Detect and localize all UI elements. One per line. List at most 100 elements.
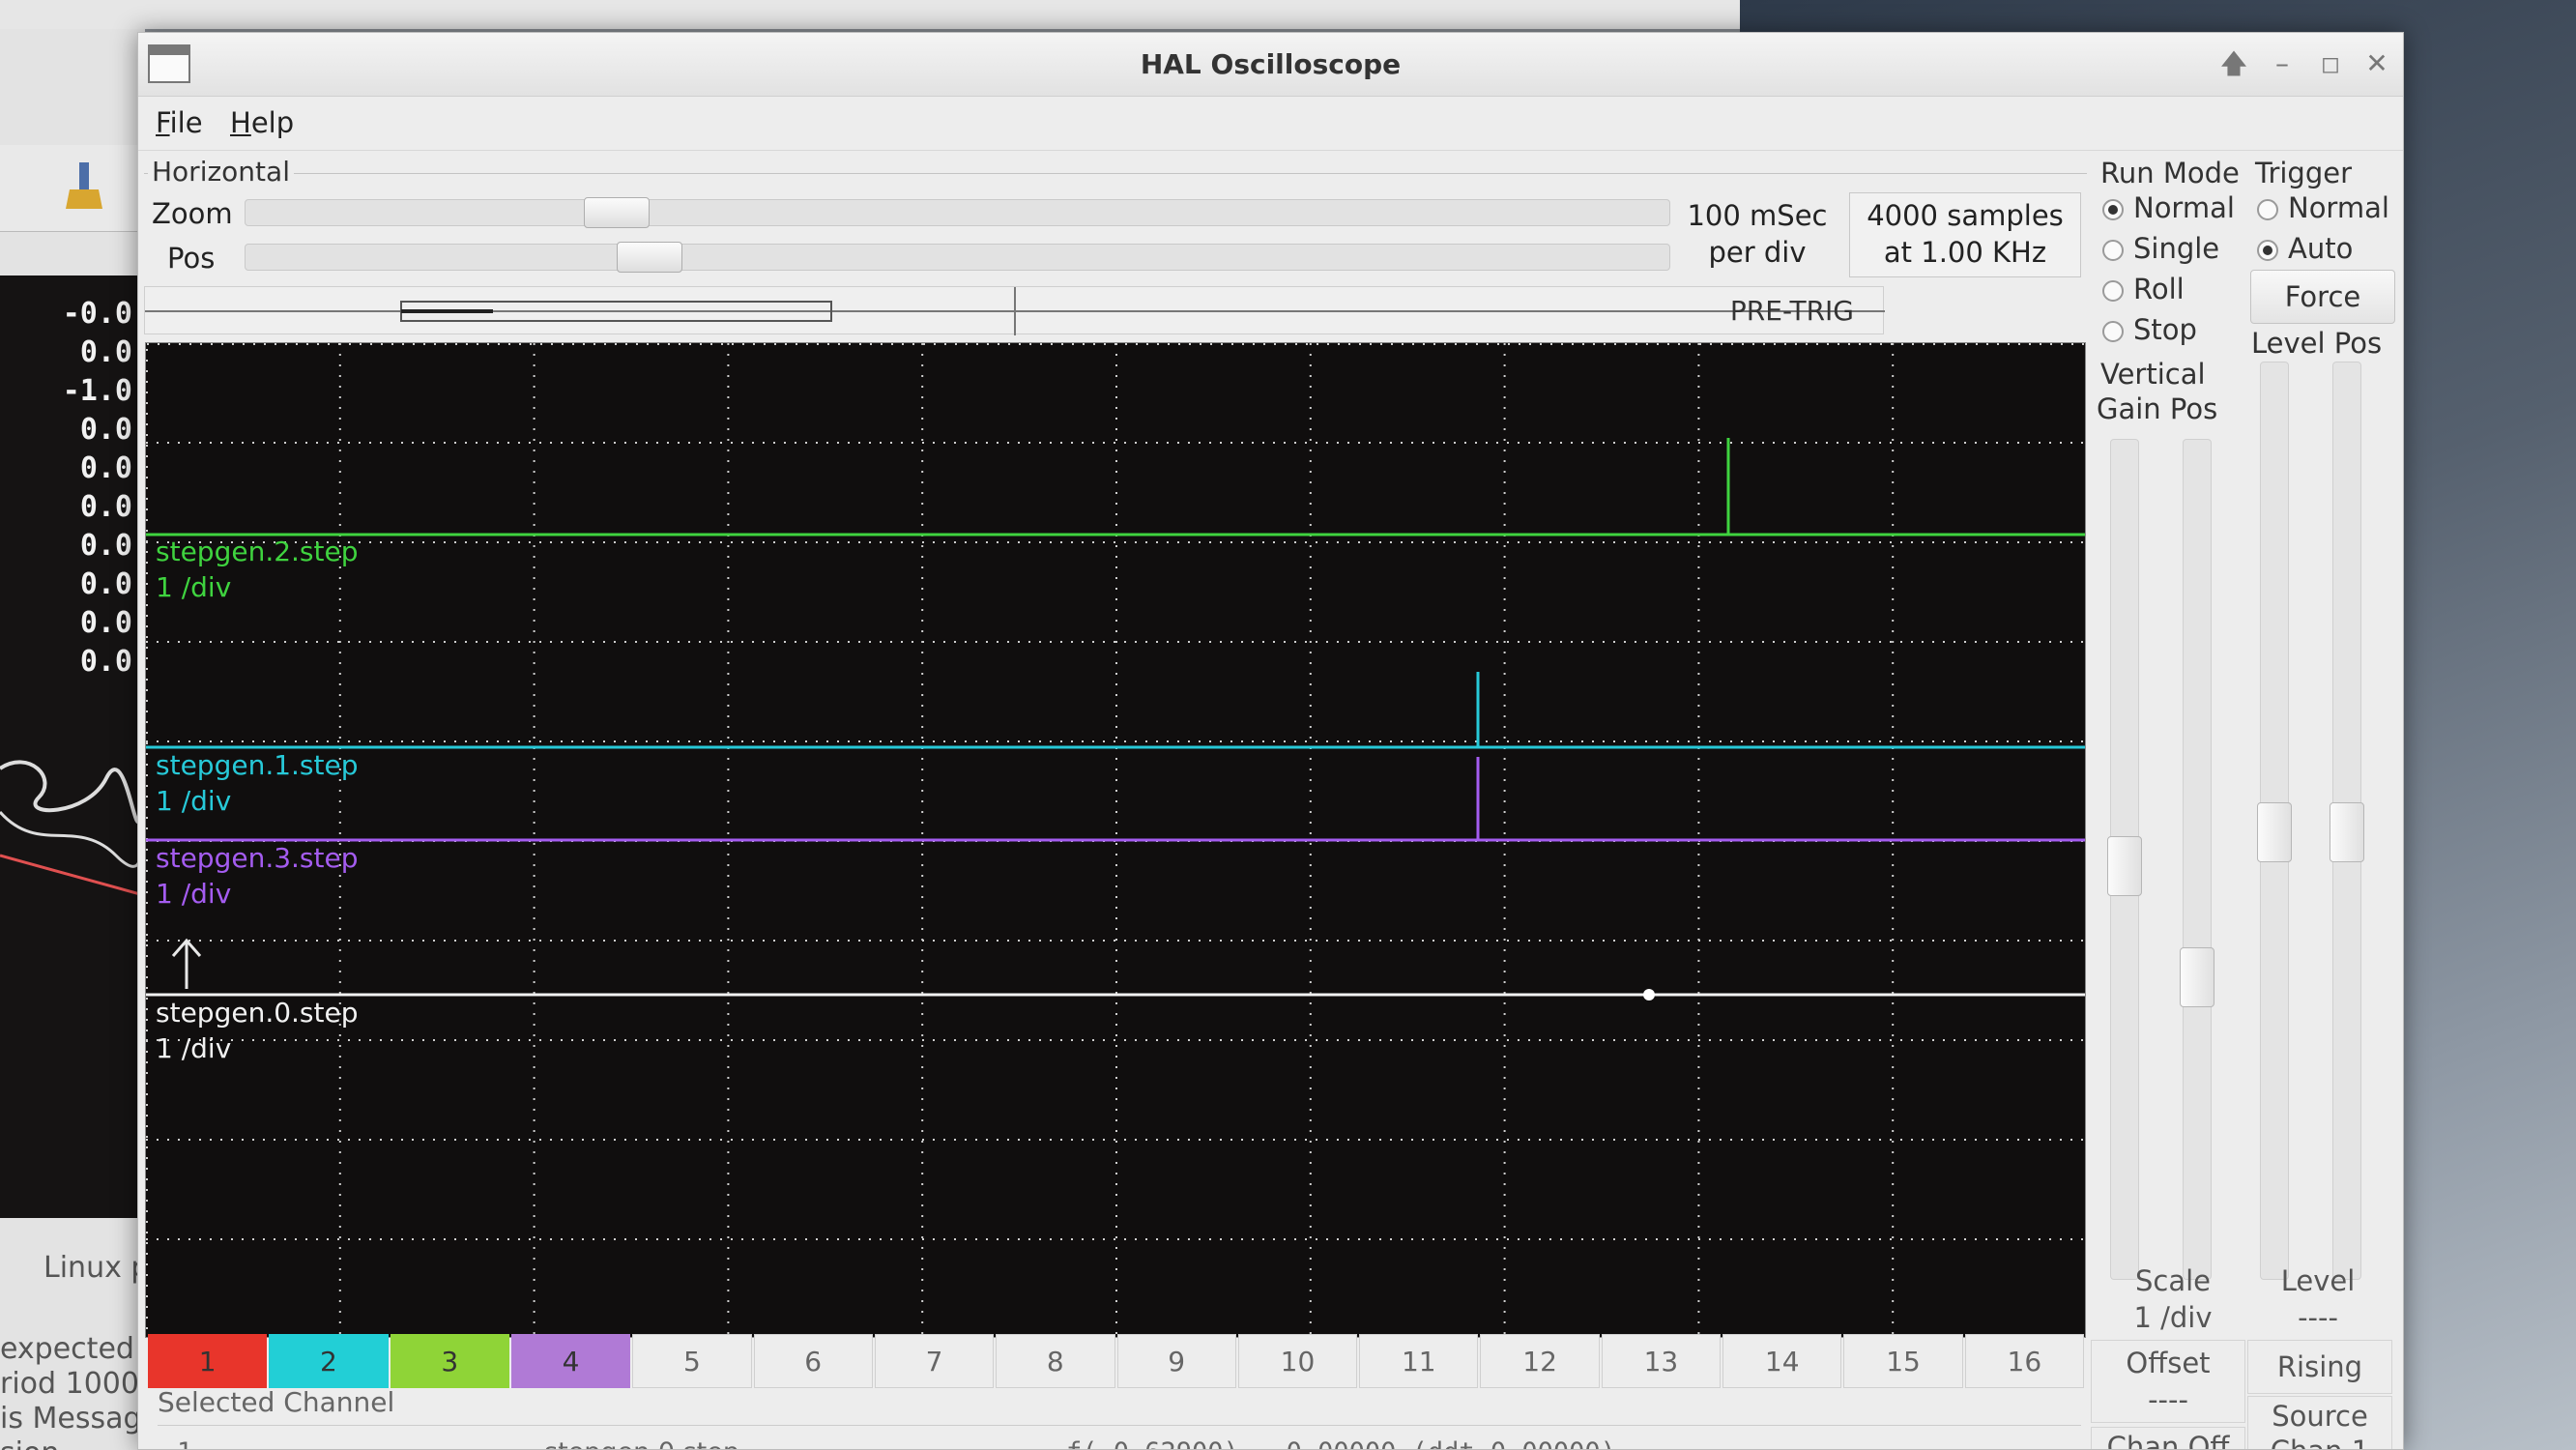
time-per-div: 100 mSec per div [1685,197,1830,271]
channel-selector: 1 2 3 4 5 6 7 8 9 10 11 12 13 14 15 16 [148,1334,2086,1388]
trace-scale: 1 /div [156,785,232,817]
channel-button-10[interactable]: 10 [1237,1334,1358,1388]
force-trigger-button[interactable]: Force [2250,270,2395,324]
vertical-gain-pos-label: Gain Pos [2097,392,2218,425]
minimize-icon[interactable]: – [2265,46,2300,81]
trigger-level-value: ---- [2298,1301,2338,1334]
close-icon[interactable]: ✕ [2359,46,2394,81]
background-toolbar [0,145,145,232]
channel-button-6[interactable]: 6 [753,1334,873,1388]
time-per-div-unit: per div [1708,236,1807,269]
background-text: sion [0,1436,59,1450]
hal-oscilloscope-window: HAL Oscilloscope 🡅 – ◻ ✕ File Help Horiz… [137,32,2404,1450]
trace-scale: 1 /div [156,878,232,910]
menu-help[interactable]: Help [230,106,294,139]
trigger-level-pos-label: Level Pos [2251,327,2383,360]
channel-button-1[interactable]: 1 [148,1334,268,1388]
vertical-offset-button[interactable]: Offset ---- [2091,1340,2245,1423]
trigger-level-box: Level ---- [2245,1262,2390,1336]
pre-trigger-label: PRE-TRIG [1729,295,1854,327]
channel-button-2[interactable]: 2 [269,1334,389,1388]
channel-button-8[interactable]: 8 [996,1334,1115,1388]
trigger-source-value: Chan 1 [2248,1434,2391,1449]
selected-channel-label: Selected Channel [158,1386,395,1418]
trace-label-stepgen-0: stepgen.0.step 1 /div [156,995,359,1066]
trigger-level-label: Level [2280,1264,2356,1297]
channel-button-5[interactable]: 5 [632,1334,752,1388]
vertical-scale-box: Scale 1 /div [2100,1262,2245,1336]
sample-info: 4000 samples at 1.00 KHz [1849,192,2081,277]
channel-button-14[interactable]: 14 [1722,1334,1842,1388]
trigger-pos-handle[interactable] [2330,802,2364,862]
maximize-icon[interactable]: ◻ [2313,46,2348,81]
pos-slider[interactable] [245,242,1670,273]
run-mode-label: Run Mode [2100,157,2240,189]
vertical-offset-label: Offset [2126,1347,2211,1379]
menu-help-label: elp [250,106,295,139]
trace-scale: 1 /div [156,571,232,603]
vertical-offset-value: ---- [2148,1383,2188,1416]
background-window-titlebar [0,0,1740,29]
run-mode-single-radio[interactable] [2102,240,2124,261]
vertical-pos-slider[interactable] [2180,439,2214,1280]
channel-button-11[interactable]: 11 [1359,1334,1479,1388]
vertical-scale-value: 1 /div [2133,1301,2213,1334]
vertical-pos-handle[interactable] [2180,947,2214,1007]
vertical-gain-slider[interactable] [2107,439,2142,1280]
trace-label-stepgen-3: stepgen.3.step 1 /div [156,840,359,912]
selected-channel-row: 1 stepgen.0.step f(-0.62900) = 0.00000 (… [158,1425,2081,1449]
channel-button-13[interactable]: 13 [1601,1334,1722,1388]
trigger-label: Trigger [2255,157,2353,189]
channel-button-12[interactable]: 12 [1480,1334,1600,1388]
trigger-auto-label[interactable]: Auto [2288,232,2353,265]
channel-button-4[interactable]: 4 [510,1334,631,1388]
selected-channel-readout: f(-0.62900) = 0.00000 (ddt 0.00000) [1066,1437,1616,1449]
trigger-pos-slider[interactable] [2330,362,2364,1280]
horizontal-group-label: Horizontal [148,156,294,188]
vertical-gain-handle[interactable] [2107,836,2142,896]
pos-slider-handle[interactable] [617,242,682,273]
pos-label: Pos [167,242,216,275]
run-mode-stop-radio[interactable] [2102,321,2124,342]
trigger-auto-radio[interactable] [2257,240,2278,261]
menu-file[interactable]: File [156,106,203,139]
selected-channel-name: stepgen.0.step [544,1437,739,1449]
scope-display[interactable]: stepgen.2.step 1 /div stepgen.1.step 1 /… [145,342,2086,1338]
channel-button-7[interactable]: 7 [874,1334,995,1388]
run-mode-single-label[interactable]: Single [2133,232,2219,265]
trace-name: stepgen.2.step [156,536,359,567]
trigger-normal-label[interactable]: Normal [2288,191,2389,224]
zoom-slider-handle[interactable] [584,197,650,228]
title-bar[interactable]: HAL Oscilloscope 🡅 – ◻ ✕ [138,33,2403,97]
trigger-level-slider[interactable] [2257,362,2292,1280]
run-mode-normal-radio[interactable] [2102,199,2124,220]
channel-button-16[interactable]: 16 [1964,1334,2084,1388]
zoom-slider[interactable] [245,197,1670,228]
window-title: HAL Oscilloscope [1140,48,1402,80]
trace-name: stepgen.1.step [156,749,359,781]
time-per-div-value: 100 mSec [1687,199,1828,232]
background-text: is Message [0,1402,159,1436]
record-position-indicator[interactable]: PRE-TRIG [144,286,1885,335]
trigger-arrow-icon [171,938,202,989]
channel-button-3[interactable]: 3 [390,1334,509,1388]
menu-file-label: ile [169,106,203,139]
run-mode-stop-label[interactable]: Stop [2133,313,2197,346]
trigger-level-handle[interactable] [2257,802,2292,862]
run-mode-roll-label[interactable]: Roll [2133,273,2185,305]
background-text: Linux p [43,1251,150,1285]
run-mode-roll-radio[interactable] [2102,280,2124,302]
channel-button-9[interactable]: 9 [1116,1334,1236,1388]
brush-icon [66,162,102,209]
chan-off-button[interactable]: Chan Off [2091,1427,2245,1449]
selected-channel-number: 1 [177,1437,192,1449]
menu-bar: File Help [138,97,2403,151]
trigger-edge-button[interactable]: Rising [2247,1340,2392,1394]
channel-button-15[interactable]: 15 [1843,1334,1963,1388]
run-mode-normal-label[interactable]: Normal [2133,191,2235,224]
background-dark-panel: -0.0 0.0 -1.0 0.0 0.0 0.0 0.0 0.0 0.0 0.… [0,276,140,1218]
trigger-source-button[interactable]: Source Chan 1 [2247,1396,2392,1449]
keep-above-icon[interactable]: 🡅 [2216,46,2251,81]
trace-scale: 1 /div [156,1032,232,1064]
trigger-normal-radio[interactable] [2257,199,2278,220]
